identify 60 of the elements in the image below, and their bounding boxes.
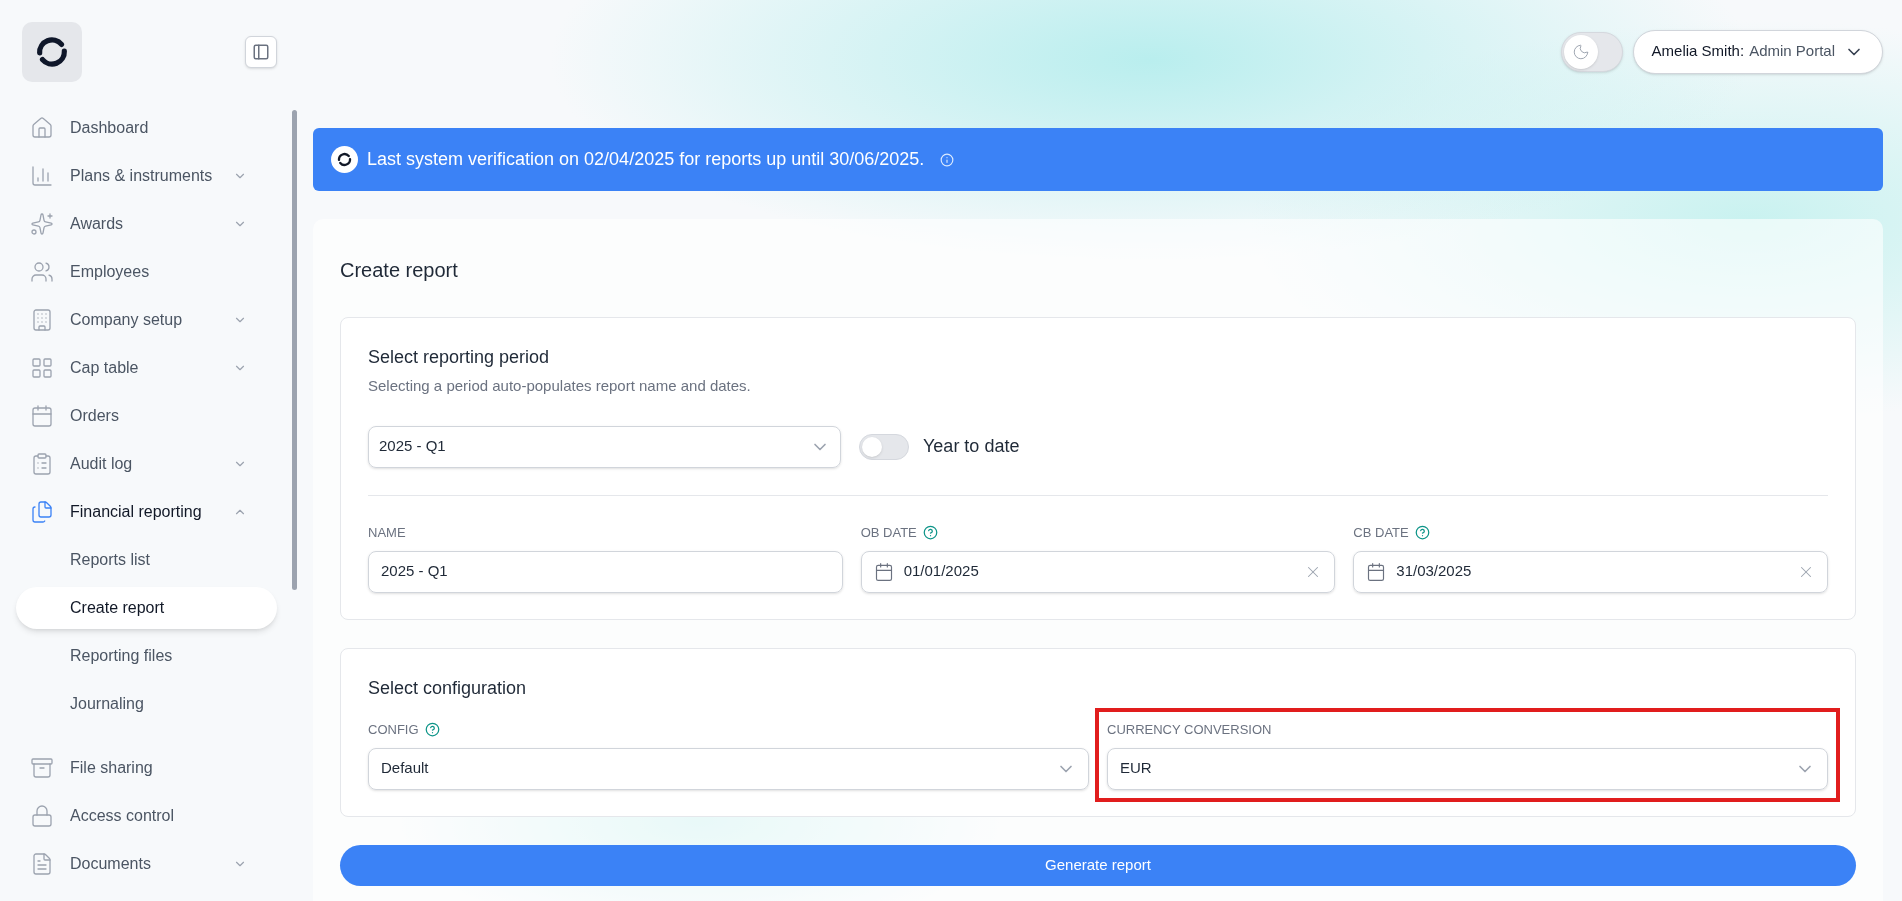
sidebar-item[interactable]: Access control [0,792,277,840]
page-title: Create report [340,258,459,283]
users-icon [30,260,54,284]
sparkles-icon [30,212,54,236]
generate-report-button[interactable]: Generate report [340,844,1856,886]
sidebar-item[interactable]: Company setup [0,296,277,344]
sidebar-subitem[interactable]: Journaling [16,683,277,725]
section-title: Select configuration [368,676,528,700]
toggle-label: Year to date [923,435,1020,458]
section-subtitle: Selecting a period auto-populates report name and dates. [368,376,752,396]
sidebar-item[interactable]: Audit log [0,440,277,488]
sidebar-toggle-button[interactable] [245,36,277,68]
sidebar-item[interactable]: Awards [0,200,277,248]
input-field[interactable]: 2025 - Q1 [368,550,843,593]
sidebar-item[interactable]: Plans & instruments [0,152,277,200]
date-field[interactable]: 31/03/2025 [1353,550,1828,593]
clipboard-icon [30,452,54,476]
logo-icon [336,151,353,168]
year-to-date-toggle[interactable] [859,433,909,460]
sidebar-subitem[interactable]: Reporting files [16,635,277,677]
info-icon [940,152,955,167]
house-icon [30,116,54,140]
sidebar-item[interactable]: Documents [0,840,277,888]
section-title: Select reporting period [368,346,551,369]
sidebar-item[interactable]: File sharing [0,744,277,792]
field-label: CB DATE [1353,523,1409,542]
building-icon [30,308,54,332]
archive-icon [30,756,54,780]
dark-mode-toggle[interactable] [1560,31,1623,72]
lock-icon [30,804,54,828]
field-label: CURRENCY CONVERSION [1107,720,1272,739]
period-select[interactable]: 2025 - Q1 [368,425,841,468]
sidebar-item[interactable]: Dashboard [0,104,277,152]
sidebar-item[interactable]: Orders [0,392,277,440]
files-icon [30,500,54,524]
calendar-icon [1366,561,1387,582]
field-label: CONFIG [368,720,419,739]
date-field[interactable]: 01/01/2025 [860,550,1336,593]
document-icon [30,852,54,876]
sidebar-item[interactable]: Employees [0,248,277,296]
banner-text: Last system verification on 02/04/2025 for reports up until 30/06/2025. [367,148,925,171]
scrollbar-thumb[interactable] [292,110,297,590]
sidebar-item[interactable]: Financial reporting [0,488,277,536]
select-field[interactable]: EUR [1107,747,1828,790]
calendar-icon [30,404,54,428]
user-name: Amelia Smith: [1651,41,1745,62]
bar-chart-icon [30,164,54,188]
select-field[interactable]: Default [368,747,1089,790]
user-menu-button[interactable]: Amelia Smith: Admin Portal [1632,29,1883,74]
portal-name: Admin Portal [1749,41,1835,62]
field-label: OB DATE [860,523,917,542]
moon-icon [1571,42,1590,61]
field-label: NAME [368,523,406,542]
panel-icon [252,43,270,61]
grid-icon [30,356,54,380]
sidebar-subitem[interactable]: Create report [16,587,277,629]
calendar-icon [873,561,894,582]
logo-tile[interactable] [22,22,82,82]
sidebar-subitem[interactable]: Reports list [16,539,277,581]
sidebar-item[interactable]: Cap table [0,344,277,392]
